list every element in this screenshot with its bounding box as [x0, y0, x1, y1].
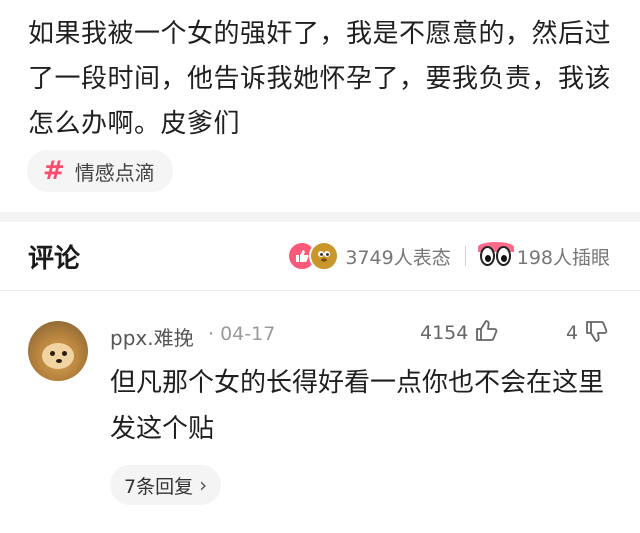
dislike-count: 4 [566, 322, 579, 344]
topic-label: 情感点滴 [74, 160, 155, 185]
like-count: 4154 [420, 322, 469, 344]
header-divider [0, 290, 640, 291]
mole-emoji-icon [309, 241, 340, 271]
dislike-button[interactable]: 4 [566, 318, 610, 348]
chevron-right-icon: › [199, 473, 208, 497]
comments-title: 评论 [28, 244, 81, 274]
eyes-emoji-icon[interactable] [477, 242, 517, 266]
hash-icon: # [43, 156, 65, 186]
post-text[interactable]: 如果我被一个女的强奸了，我是不愿意的，然后过了一段时间，他告诉我她怀孕了，要我负… [28, 12, 618, 147]
comment-date: · 04-17 [208, 323, 276, 345]
section-divider [0, 212, 640, 222]
reactions-bar: 3749人表态 198人插眼 [287, 240, 610, 272]
view-replies-button[interactable]: 7条回复 › [110, 465, 222, 505]
thumbs-down-icon [584, 318, 610, 348]
avatar[interactable] [28, 321, 88, 381]
topic-chip[interactable]: # 情感点滴 [27, 150, 173, 192]
thumbs-up-icon [474, 318, 500, 348]
like-button[interactable]: 4154 [420, 318, 500, 348]
reaction-icons[interactable] [287, 241, 340, 271]
insert-eyes-count[interactable]: 198人插眼 [517, 243, 610, 270]
reaction-count[interactable]: 3749人表态 [345, 243, 450, 270]
comment-text[interactable]: 但凡那个女的长得好看一点你也不会在这里发这个贴 [110, 360, 610, 452]
reactions-separator [464, 246, 466, 266]
comment-username[interactable]: ppx.难挽 [110, 322, 194, 351]
replies-label: 7条回复 [124, 475, 194, 498]
